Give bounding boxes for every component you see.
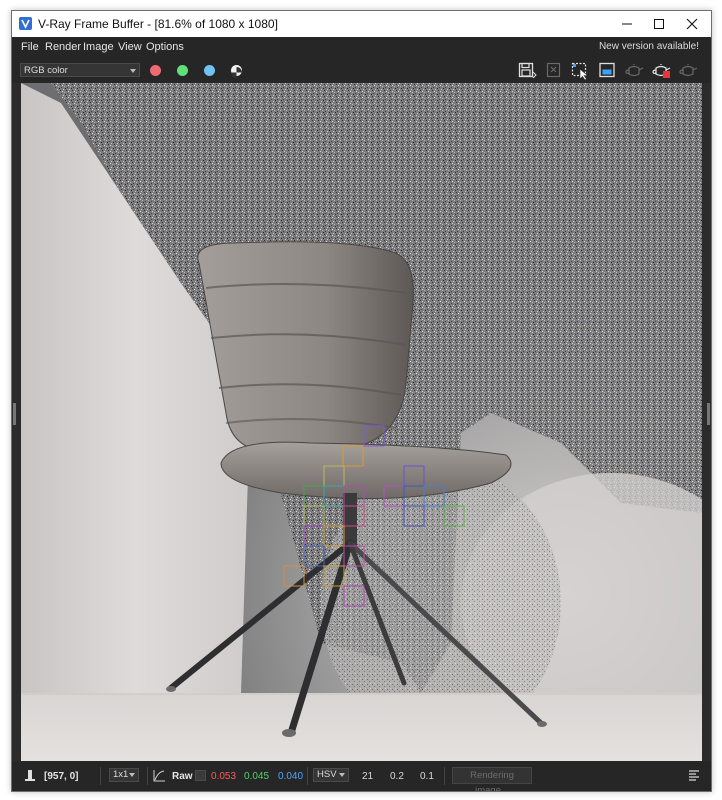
menu-image[interactable]: Image (83, 41, 114, 53)
green-channel-toggle[interactable] (177, 65, 188, 76)
minimize-button[interactable] (610, 11, 644, 37)
channel-select[interactable]: RGB color (20, 63, 140, 77)
red-value: 0.053 (211, 771, 237, 782)
raw-mode-label: Raw (172, 771, 193, 782)
divider (100, 767, 101, 785)
channel-select-value: RGB color (24, 65, 68, 76)
green-value: 0.045 (244, 771, 270, 782)
colorspace-select[interactable]: HSV (313, 768, 349, 782)
follow-mouse-icon[interactable] (23, 768, 37, 784)
status-bar: [957, 0] 1x1 Raw 0.053 0.045 0.040 HSV 2… (12, 761, 711, 791)
title-bar[interactable]: V-Ray Frame Buffer - [81.6% of 1080 x 10… (12, 11, 711, 37)
render-interactive-teapot-icon[interactable] (677, 60, 699, 80)
render-progress: Rendering image... (452, 767, 532, 791)
render-viewport[interactable] (21, 83, 702, 761)
maximize-button[interactable] (642, 11, 676, 37)
menu-file[interactable]: File (21, 41, 39, 53)
chevron-down-icon (339, 773, 345, 777)
hue-value: 21 (362, 771, 374, 782)
chevron-down-icon (129, 773, 135, 777)
save-icon[interactable] (516, 60, 538, 80)
new-version-notice[interactable]: New version available! (599, 41, 699, 52)
zoom-select[interactable]: 1x1 (109, 768, 139, 782)
render-image (21, 83, 702, 761)
saturation-value: 0.2 (390, 771, 404, 782)
menu-options[interactable]: Options (146, 41, 184, 53)
alpha-channel-toggle[interactable] (231, 65, 242, 78)
curve-icon[interactable] (152, 769, 166, 783)
blue-channel-toggle[interactable] (204, 65, 215, 76)
zoom-value: 1x1 (113, 769, 129, 780)
menu-render[interactable]: Render (45, 41, 81, 53)
divider (444, 767, 445, 785)
vfb-window: V-Ray Frame Buffer - [81.6% of 1080 x 10… (11, 10, 712, 792)
log-panel-icon[interactable] (688, 769, 700, 781)
close-button[interactable] (675, 11, 709, 37)
pixel-coords: [957, 0] (44, 771, 79, 782)
menu-bar: File Render Image View Options New versi… (12, 37, 711, 57)
red-channel-toggle[interactable] (150, 65, 161, 76)
left-panel-grip[interactable] (13, 403, 16, 425)
menu-view[interactable]: View (118, 41, 142, 53)
toolbar: RGB color (12, 57, 711, 83)
clear-image-icon[interactable] (543, 60, 565, 80)
stop-render-teapot-icon[interactable] (650, 60, 672, 80)
render-teapot-icon[interactable] (623, 60, 645, 80)
window-title: V-Ray Frame Buffer - [81.6% of 1080 x 10… (38, 17, 278, 31)
color-swatch (195, 770, 206, 781)
divider (147, 767, 148, 785)
brightness-value: 0.1 (420, 771, 434, 782)
region-render-icon[interactable] (569, 60, 591, 81)
track-mouse-icon[interactable] (596, 60, 618, 80)
right-panel-grip[interactable] (707, 403, 710, 425)
blue-value: 0.040 (278, 771, 304, 782)
colorspace-value: HSV (317, 769, 337, 780)
render-progress-label: Rendering image... (470, 770, 514, 792)
chevron-down-icon (130, 69, 136, 73)
vray-logo-icon (19, 17, 32, 30)
divider (307, 767, 308, 785)
